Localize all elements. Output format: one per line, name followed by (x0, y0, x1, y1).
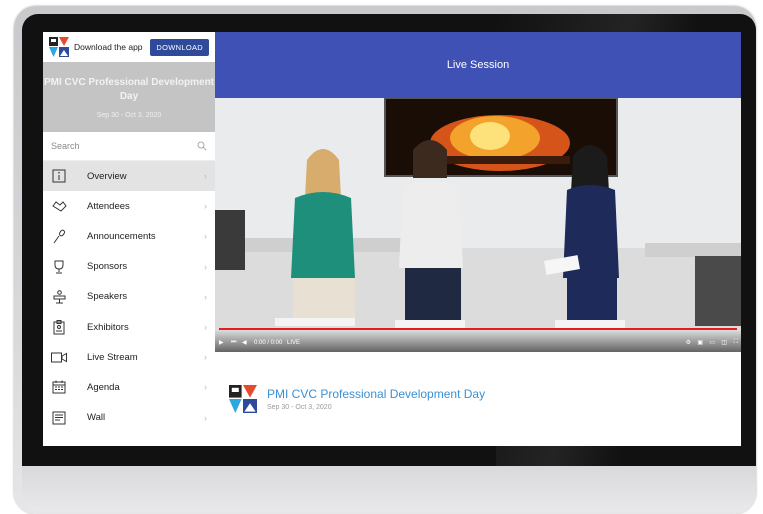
search-field[interactable]: Search (43, 132, 215, 161)
event-card[interactable]: PMI CVC Professional Development Day Sep… (215, 352, 741, 446)
download-app-text: Download the app (74, 42, 143, 52)
fullscreen-icon[interactable]: ⛶ (734, 339, 738, 346)
search-input[interactable]: Search (51, 141, 197, 151)
main-content: Live Session ▶ ⏭ ◀ 0:00 / 0:00 LIVE ⚙ ▣ … (215, 32, 741, 446)
volume-icon[interactable]: ◀ (242, 339, 247, 346)
sidebar-item-label: Overview (87, 170, 127, 182)
chevron-right-icon: › (204, 201, 207, 212)
video-frame (215, 98, 741, 352)
next-icon[interactable]: ⏭ (231, 339, 236, 346)
trophy-icon (51, 259, 67, 275)
microphone-icon (51, 228, 67, 244)
sidebar-item-sponsors[interactable]: Sponsors › (43, 252, 215, 282)
sidebar-item-exhibitors[interactable]: Exhibitors › (43, 312, 215, 342)
pmi-logo (49, 37, 69, 57)
event-header: PMI CVC Professional Development Day Sep… (43, 62, 215, 132)
video-controls: ▶ ⏭ ◀ 0:00 / 0:00 LIVE ⚙ ▣ ▭ ◫ ⛶ (215, 330, 741, 352)
sidebar-item-attendees[interactable]: Attendees › (43, 191, 215, 221)
sidebar-item-wall[interactable]: Wall › (43, 403, 215, 433)
monitor-chin (22, 466, 756, 512)
theater-mode-icon[interactable]: ▭ (709, 339, 715, 346)
event-card-dates: Sep 30 - Oct 3, 2020 (267, 404, 332, 411)
chevron-right-icon: › (204, 412, 207, 423)
page-header: Live Session (215, 32, 741, 98)
page-title: Live Session (446, 59, 510, 71)
chevron-right-icon: › (204, 171, 207, 182)
chevron-right-icon: › (204, 382, 207, 393)
download-app-bar: Download the app DOWNLOAD (43, 32, 215, 62)
sidebar-item-label: Sponsors (87, 261, 128, 273)
miniplayer-icon[interactable]: ▣ (697, 339, 703, 346)
sidebar-item-label: Attendees (87, 200, 130, 212)
video-time: 0:00 / 0:00 (254, 340, 283, 346)
handshake-icon (51, 198, 67, 214)
cast-icon[interactable]: ◫ (721, 339, 727, 346)
event-card-title[interactable]: PMI CVC Professional Development Day (267, 387, 485, 401)
chevron-right-icon: › (204, 352, 207, 363)
video-camera-icon (51, 349, 67, 365)
sidebar-item-overview[interactable]: Overview › (43, 161, 215, 192)
event-card-info: PMI CVC Professional Development Day Sep… (267, 387, 485, 411)
chevron-right-icon: › (204, 261, 207, 272)
download-button[interactable]: DOWNLOAD (150, 38, 209, 56)
play-icon[interactable]: ▶ (219, 339, 224, 346)
settings-icon[interactable]: ⚙ (686, 339, 691, 346)
chevron-right-icon: › (204, 322, 207, 333)
pmi-logo (229, 385, 257, 413)
sidebar: Download the app DOWNLOAD PMI CVC Profes… (43, 32, 215, 446)
sidebar-item-label: Announcements (87, 230, 156, 242)
wall-icon (51, 410, 67, 426)
app-screen: Download the app DOWNLOAD PMI CVC Profes… (43, 32, 741, 446)
sidebar-item-announcements[interactable]: Announcements › (43, 221, 215, 251)
chevron-right-icon: › (204, 231, 207, 242)
live-label: LIVE (287, 340, 301, 346)
sidebar-item-live-stream[interactable]: Live Stream › (43, 342, 215, 372)
info-icon (51, 168, 67, 184)
sidebar-item-speakers[interactable]: Speakers › (43, 282, 215, 312)
sidebar-item-label: Agenda (87, 381, 120, 393)
sidebar-item-label: Speakers (87, 291, 128, 303)
sidebar-nav: Overview › Attendees › Announcements › S… (43, 161, 215, 433)
calendar-icon (51, 379, 67, 395)
podium-icon (51, 289, 67, 305)
event-title: PMI CVC Professional Development Day (43, 77, 215, 102)
chevron-right-icon: › (204, 291, 207, 302)
sidebar-item-agenda[interactable]: Agenda › (43, 372, 215, 402)
sidebar-item-label: Wall (87, 412, 106, 424)
sidebar-item-label: Exhibitors (87, 321, 129, 333)
event-dates: Sep 30 - Oct 3, 2020 (96, 112, 162, 119)
badge-icon (51, 319, 67, 335)
video-player[interactable]: ▶ ⏭ ◀ 0:00 / 0:00 LIVE ⚙ ▣ ▭ ◫ ⛶ (215, 98, 741, 352)
sidebar-item-label: Live Stream (87, 351, 138, 363)
search-icon[interactable] (197, 141, 207, 151)
